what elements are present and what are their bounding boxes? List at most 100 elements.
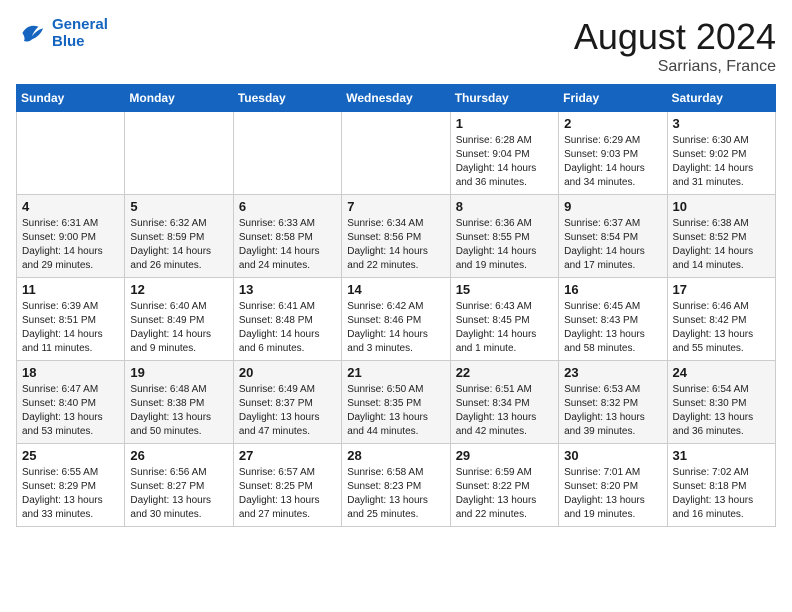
header-monday: Monday bbox=[125, 85, 233, 112]
calendar-cell: 7 Sunrise: 6:34 AMSunset: 8:56 PMDaylight… bbox=[342, 195, 450, 278]
title-block: August 2024 Sarrians, France bbox=[574, 16, 776, 76]
day-info: Sunrise: 7:01 AMSunset: 8:20 PMDaylight:… bbox=[564, 466, 661, 522]
calendar-cell: 19Sunrise: 6:48 AMSunset: 8:38 PMDayligh… bbox=[125, 361, 233, 444]
calendar-cell: 6Sunrise: 6:33 AMSunset: 8:58 PMDaylight… bbox=[233, 195, 341, 278]
day-number: 30 bbox=[564, 448, 661, 463]
day-info: Sunrise: 6:55 AMSunset: 8:29 PMDaylight:… bbox=[22, 466, 119, 522]
day-info: Sunrise: 6:46 AMSunset: 8:42 PMDaylight:… bbox=[673, 300, 770, 356]
calendar-cell: 15 Sunrise: 6:43 AMSunset: 8:45 PMDayligh… bbox=[450, 278, 558, 361]
day-number: 10 bbox=[673, 199, 770, 214]
day-number: 23 bbox=[564, 365, 661, 380]
day-number: 24 bbox=[673, 365, 770, 380]
calendar-cell: 22 Sunrise: 6:51 AMSunset: 8:34 PMDayligh… bbox=[450, 361, 558, 444]
calendar-cell: 12 Sunrise: 6:40 AMSunset: 8:49 PMDayligh… bbox=[125, 278, 233, 361]
calendar-cell: 27Sunrise: 6:57 AMSunset: 8:25 PMDayligh… bbox=[233, 444, 341, 527]
day-info: Sunrise: 6:32 AMSunset: 8:59 PMDaylight:… bbox=[130, 217, 227, 273]
header-saturday: Saturday bbox=[667, 85, 775, 112]
location-title: Sarrians, France bbox=[574, 58, 776, 76]
day-info: Sunrise: 6:53 AMSunset: 8:32 PMDaylight:… bbox=[564, 383, 661, 439]
day-info: Sunrise: 6:34 AMSunset: 8:56 PMDaylight:… bbox=[347, 217, 444, 273]
calendar-cell: 9 Sunrise: 6:37 AMSunset: 8:54 PMDaylight… bbox=[559, 195, 667, 278]
calendar-cell: 4Sunrise: 6:31 AMSunset: 9:00 PMDaylight… bbox=[17, 195, 125, 278]
calendar-week-4: 18 Sunrise: 6:47 AMSunset: 8:40 PMDayligh… bbox=[17, 361, 776, 444]
day-info: Sunrise: 6:28 AMSunset: 9:04 PMDaylight:… bbox=[456, 134, 553, 190]
day-info: Sunrise: 6:56 AMSunset: 8:27 PMDaylight:… bbox=[130, 466, 227, 522]
day-info: Sunrise: 6:50 AMSunset: 8:35 PMDaylight:… bbox=[347, 383, 444, 439]
day-info: Sunrise: 6:42 AMSunset: 8:46 PMDaylight:… bbox=[347, 300, 444, 356]
calendar-table: Sunday Monday Tuesday Wednesday Thursday… bbox=[16, 84, 776, 527]
day-info: Sunrise: 6:40 AMSunset: 8:49 PMDaylight:… bbox=[130, 300, 227, 356]
day-info: Sunrise: 6:45 AMSunset: 8:43 PMDaylight:… bbox=[564, 300, 661, 356]
calendar-cell: 16 Sunrise: 6:45 AMSunset: 8:43 PMDayligh… bbox=[559, 278, 667, 361]
day-number: 6 bbox=[239, 199, 336, 214]
calendar-cell bbox=[17, 112, 125, 195]
day-number: 18 bbox=[22, 365, 119, 380]
day-info: Sunrise: 6:47 AMSunset: 8:40 PMDaylight:… bbox=[22, 383, 119, 439]
calendar-cell: 23 Sunrise: 6:53 AMSunset: 8:32 PMDayligh… bbox=[559, 361, 667, 444]
header-thursday: Thursday bbox=[450, 85, 558, 112]
calendar-cell: 24Sunrise: 6:54 AMSunset: 8:30 PMDayligh… bbox=[667, 361, 775, 444]
header-tuesday: Tuesday bbox=[233, 85, 341, 112]
day-info: Sunrise: 6:37 AMSunset: 8:54 PMDaylight:… bbox=[564, 217, 661, 273]
logo-icon bbox=[16, 17, 48, 49]
day-info: Sunrise: 6:41 AMSunset: 8:48 PMDaylight:… bbox=[239, 300, 336, 356]
calendar-cell bbox=[125, 112, 233, 195]
day-info: Sunrise: 6:43 AMSunset: 8:45 PMDaylight:… bbox=[456, 300, 553, 356]
day-number: 16 bbox=[564, 282, 661, 297]
day-info: Sunrise: 6:36 AMSunset: 8:55 PMDaylight:… bbox=[456, 217, 553, 273]
logo-text: General Blue bbox=[52, 16, 108, 50]
calendar-cell: 26 Sunrise: 6:56 AMSunset: 8:27 PMDayligh… bbox=[125, 444, 233, 527]
day-info: Sunrise: 7:02 AMSunset: 8:18 PMDaylight:… bbox=[673, 466, 770, 522]
day-number: 1 bbox=[456, 116, 553, 131]
calendar-week-2: 4Sunrise: 6:31 AMSunset: 9:00 PMDaylight… bbox=[17, 195, 776, 278]
day-info: Sunrise: 6:31 AMSunset: 9:00 PMDaylight:… bbox=[22, 217, 119, 273]
day-number: 12 bbox=[130, 282, 227, 297]
day-info: Sunrise: 6:51 AMSunset: 8:34 PMDaylight:… bbox=[456, 383, 553, 439]
day-number: 17 bbox=[673, 282, 770, 297]
day-number: 8 bbox=[456, 199, 553, 214]
header-sunday: Sunday bbox=[17, 85, 125, 112]
calendar-cell: 3Sunrise: 6:30 AMSunset: 9:02 PMDaylight… bbox=[667, 112, 775, 195]
calendar-week-1: 1 Sunrise: 6:28 AMSunset: 9:04 PMDaylight… bbox=[17, 112, 776, 195]
calendar-cell: 1 Sunrise: 6:28 AMSunset: 9:04 PMDaylight… bbox=[450, 112, 558, 195]
calendar-cell: 8 Sunrise: 6:36 AMSunset: 8:55 PMDaylight… bbox=[450, 195, 558, 278]
calendar-cell: 13 Sunrise: 6:41 AMSunset: 8:48 PMDayligh… bbox=[233, 278, 341, 361]
calendar-cell bbox=[342, 112, 450, 195]
logo: General Blue bbox=[16, 16, 108, 50]
calendar-cell: 17 Sunrise: 6:46 AMSunset: 8:42 PMDayligh… bbox=[667, 278, 775, 361]
day-number: 22 bbox=[456, 365, 553, 380]
calendar-cell: 28Sunrise: 6:58 AMSunset: 8:23 PMDayligh… bbox=[342, 444, 450, 527]
day-number: 27 bbox=[239, 448, 336, 463]
weekday-header-row: Sunday Monday Tuesday Wednesday Thursday… bbox=[17, 85, 776, 112]
calendar-cell: 31 Sunrise: 7:02 AMSunset: 8:18 PMDayligh… bbox=[667, 444, 775, 527]
day-number: 26 bbox=[130, 448, 227, 463]
header-friday: Friday bbox=[559, 85, 667, 112]
day-number: 11 bbox=[22, 282, 119, 297]
day-number: 15 bbox=[456, 282, 553, 297]
day-number: 14 bbox=[347, 282, 444, 297]
page-header: General Blue August 2024 Sarrians, Franc… bbox=[16, 16, 776, 76]
day-number: 25 bbox=[22, 448, 119, 463]
day-info: Sunrise: 6:38 AMSunset: 8:52 PMDaylight:… bbox=[673, 217, 770, 273]
day-number: 13 bbox=[239, 282, 336, 297]
calendar-cell: 5 Sunrise: 6:32 AMSunset: 8:59 PMDaylight… bbox=[125, 195, 233, 278]
calendar-cell: 21Sunrise: 6:50 AMSunset: 8:35 PMDayligh… bbox=[342, 361, 450, 444]
day-number: 28 bbox=[347, 448, 444, 463]
calendar-cell: 25 Sunrise: 6:55 AMSunset: 8:29 PMDayligh… bbox=[17, 444, 125, 527]
day-info: Sunrise: 6:29 AMSunset: 9:03 PMDaylight:… bbox=[564, 134, 661, 190]
calendar-cell: 30 Sunrise: 7:01 AMSunset: 8:20 PMDayligh… bbox=[559, 444, 667, 527]
day-number: 20 bbox=[239, 365, 336, 380]
day-number: 5 bbox=[130, 199, 227, 214]
calendar-cell: 29Sunrise: 6:59 AMSunset: 8:22 PMDayligh… bbox=[450, 444, 558, 527]
calendar-cell: 20 Sunrise: 6:49 AMSunset: 8:37 PMDayligh… bbox=[233, 361, 341, 444]
calendar-week-5: 25 Sunrise: 6:55 AMSunset: 8:29 PMDayligh… bbox=[17, 444, 776, 527]
calendar-cell: 2 Sunrise: 6:29 AMSunset: 9:03 PMDaylight… bbox=[559, 112, 667, 195]
header-wednesday: Wednesday bbox=[342, 85, 450, 112]
day-number: 9 bbox=[564, 199, 661, 214]
month-title: August 2024 bbox=[574, 16, 776, 58]
day-number: 2 bbox=[564, 116, 661, 131]
day-number: 31 bbox=[673, 448, 770, 463]
day-info: Sunrise: 6:49 AMSunset: 8:37 PMDaylight:… bbox=[239, 383, 336, 439]
calendar-cell: 14 Sunrise: 6:42 AMSunset: 8:46 PMDayligh… bbox=[342, 278, 450, 361]
day-number: 7 bbox=[347, 199, 444, 214]
